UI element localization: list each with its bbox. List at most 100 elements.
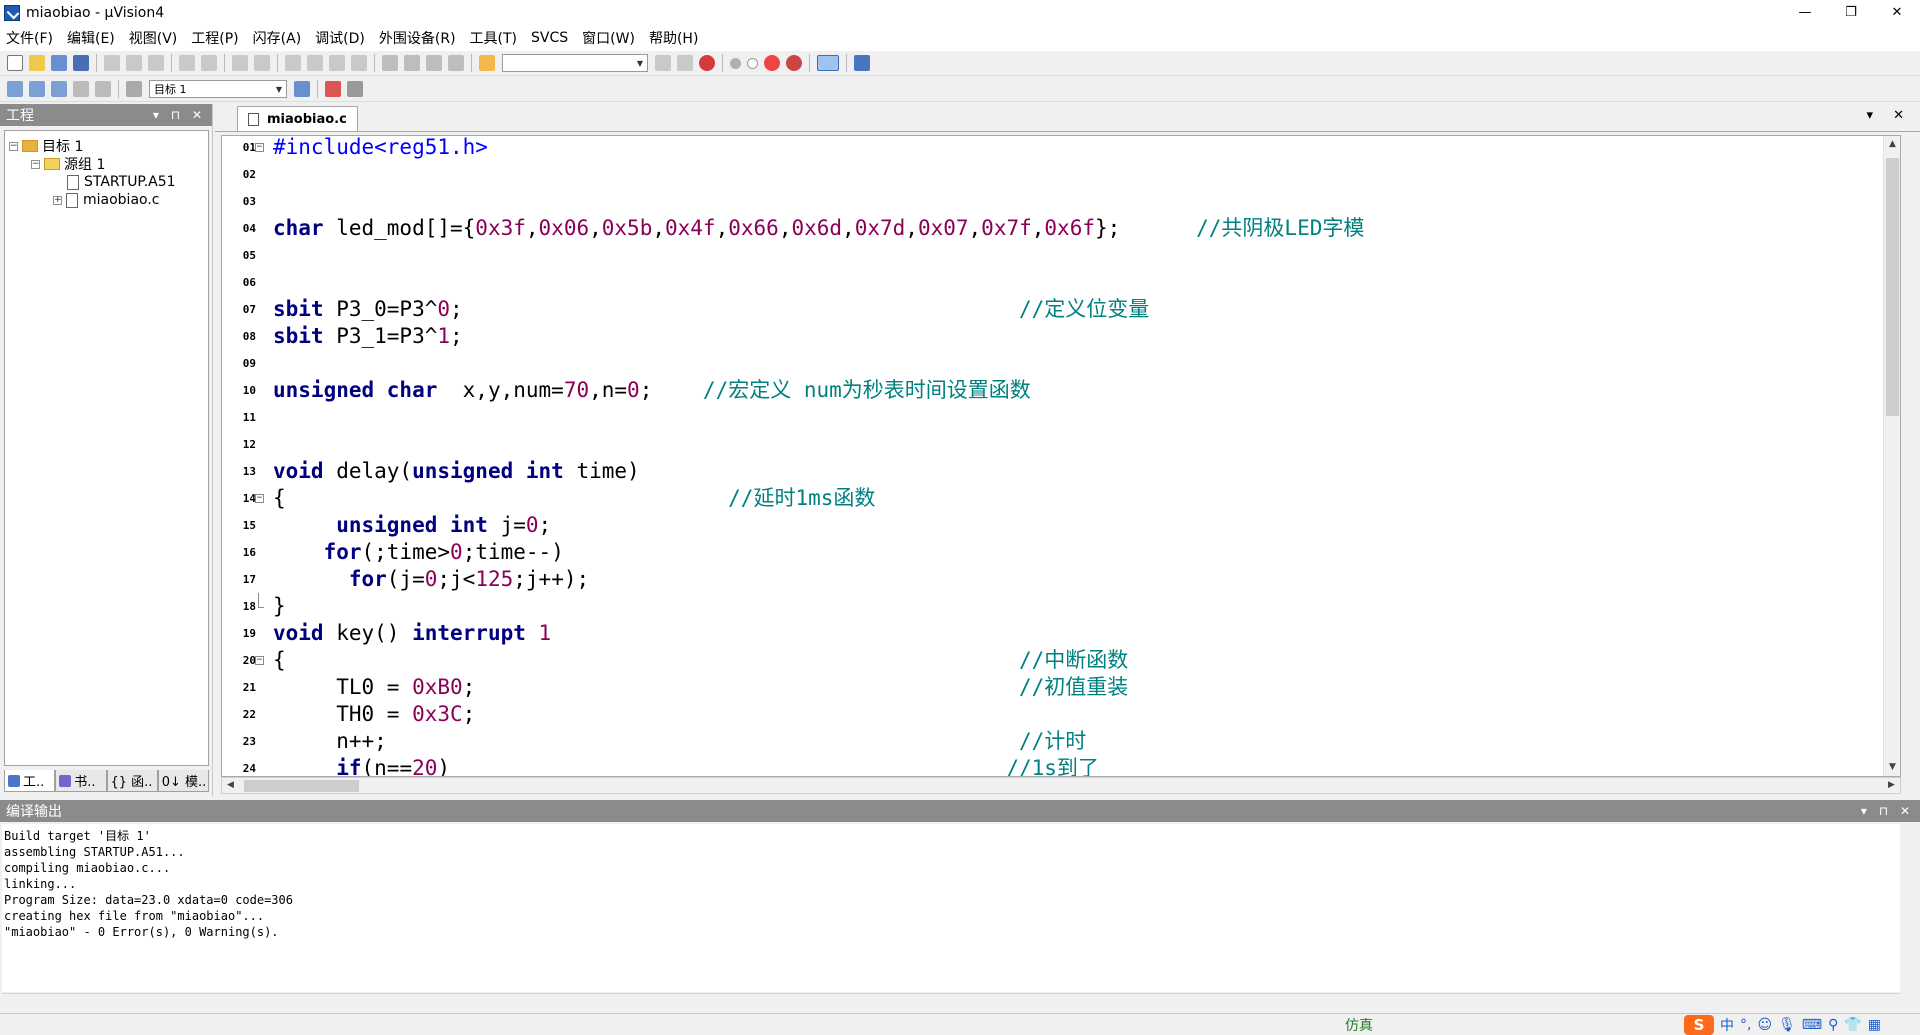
bookmark-icon[interactable] [285, 55, 301, 71]
code-line[interactable]: 05 [222, 242, 1900, 269]
close-button[interactable]: ✕ [1874, 0, 1920, 25]
file-tab-miaobiao[interactable]: miaobiao.c [237, 106, 358, 131]
breakpoint-enable-icon[interactable] [747, 57, 758, 69]
emoji-icon[interactable]: ☺ [1757, 1017, 1772, 1033]
build-output-text[interactable]: Build target '目标 1' assembling STARTUP.A5… [2, 824, 1900, 992]
code-line[interactable]: 01− #include<reg51.h> [222, 136, 1900, 161]
scroll-left-icon[interactable]: ◀ [222, 777, 239, 794]
fold-icon[interactable]: − [255, 143, 264, 152]
collapse-icon[interactable]: − [31, 159, 40, 169]
tree-file-startup[interactable]: STARTUP.A51 [67, 173, 176, 191]
code-line[interactable]: 03 [222, 188, 1900, 215]
menu-peripherals[interactable]: 外围设备(R) [379, 28, 456, 48]
code-line[interactable]: 08 sbit P3_1=P3^1; [222, 323, 1900, 350]
fold-icon[interactable]: − [255, 494, 264, 503]
bookmark-prev-icon[interactable] [307, 55, 323, 71]
code-line[interactable]: 21 TL0 = 0xB0; //初值重装 [222, 674, 1900, 701]
code-line[interactable]: 17 for(j=0;j<125;j++); [222, 566, 1900, 593]
menu-svcs[interactable]: SVCS [531, 30, 568, 46]
code-line[interactable]: 23 n++; //计时 [222, 728, 1900, 755]
code-line[interactable]: 07 sbit P3_0=P3^0; //定义位变量 [222, 296, 1900, 323]
minimize-button[interactable]: — [1782, 0, 1828, 25]
code-editor[interactable]: 01− #include<reg51.h> 02 03 04 char led_mod[]… [221, 135, 1901, 777]
configure-icon[interactable] [854, 55, 870, 71]
uncomment-icon[interactable] [448, 55, 464, 71]
code-line[interactable]: 13 void delay(unsigned int time) [222, 458, 1900, 485]
rebuild-icon[interactable] [51, 81, 67, 97]
menu-window[interactable]: 窗口(W) [582, 28, 635, 48]
user-icon[interactable]: ⚲ [1828, 1017, 1838, 1033]
bookmark-clear-icon[interactable] [351, 55, 367, 71]
microphone-icon[interactable]: 🎙 [1778, 1017, 1796, 1033]
code-line[interactable]: 22 TH0 = 0x3C; [222, 701, 1900, 728]
cut-icon[interactable] [104, 55, 120, 71]
code-line[interactable]: 04 char led_mod[]={0x3f,0x06,0x5b,0x4f,0x… [222, 215, 1900, 242]
editor-tab-controls[interactable]: ▾ ✕ [1866, 108, 1912, 123]
horizontal-scroll-thumb[interactable] [244, 780, 359, 792]
open-file-icon[interactable] [29, 55, 45, 71]
code-line[interactable]: 18} [222, 593, 1900, 620]
output-horizontal-scrollbar[interactable] [2, 993, 1900, 1010]
code-line[interactable]: 06 [222, 269, 1900, 296]
code-line[interactable]: 11 [222, 404, 1900, 431]
undo-icon[interactable] [179, 55, 195, 71]
skin-icon[interactable]: 👕 [1844, 1017, 1861, 1033]
menu-help[interactable]: 帮助(H) [649, 28, 698, 48]
save-all-icon[interactable] [73, 55, 89, 71]
tree-target[interactable]: − 目标 1 [9, 137, 83, 155]
tree-group[interactable]: − 源组 1 [31, 155, 105, 173]
menu-edit[interactable]: 编辑(E) [67, 28, 115, 48]
build-icon[interactable] [29, 81, 45, 97]
translate-icon[interactable] [7, 81, 23, 97]
code-line[interactable]: 10 unsigned char x,y,num=70,n=0; //宏定义 nu… [222, 377, 1900, 404]
target-select[interactable]: 目标 1 ▼ [149, 80, 287, 98]
new-file-icon[interactable] [7, 55, 23, 71]
sogou-ime-icon[interactable]: S [1684, 1015, 1714, 1035]
keyboard-icon[interactable]: ⌨ [1802, 1017, 1822, 1033]
vertical-scroll-thumb[interactable] [1886, 158, 1899, 416]
find-in-files-icon[interactable] [479, 55, 495, 71]
nav-back-icon[interactable] [232, 55, 248, 71]
code-line[interactable]: 15 unsigned int j=0; [222, 512, 1900, 539]
panel-controls[interactable]: ▾ ⊓ ✕ [1861, 804, 1914, 818]
menu-file[interactable]: 文件(F) [6, 28, 53, 48]
bookmark-next-icon[interactable] [329, 55, 345, 71]
scroll-up-icon[interactable]: ▲ [1884, 136, 1900, 153]
code-line[interactable]: 14−{ //延时1ms函数 [222, 485, 1900, 512]
nav-forward-icon[interactable] [254, 55, 270, 71]
comment-icon[interactable] [426, 55, 442, 71]
ime-punctuation[interactable]: °, [1740, 1017, 1751, 1033]
menu-grid-icon[interactable]: ▦ [1868, 1017, 1881, 1033]
menu-flash[interactable]: 闪存(A) [253, 28, 302, 48]
tree-file-main[interactable]: + miaobiao.c [53, 191, 160, 209]
download-icon[interactable] [126, 81, 142, 97]
code-line[interactable]: 20−{ //中断函数 [222, 647, 1900, 674]
code-line[interactable]: 19 void key() interrupt 1 [222, 620, 1900, 647]
menu-debug[interactable]: 调试(D) [315, 28, 365, 48]
save-icon[interactable] [51, 55, 67, 71]
find-combo[interactable]: ▼ [502, 54, 648, 72]
copy-icon[interactable] [126, 55, 142, 71]
target-options-icon[interactable] [294, 81, 310, 97]
menu-project[interactable]: 工程(P) [191, 28, 238, 48]
ime-language[interactable]: 中 [1720, 1015, 1734, 1035]
code-line[interactable]: 02 [222, 161, 1900, 188]
menu-tools[interactable]: 工具(T) [470, 28, 517, 48]
breakpoint-kill-icon[interactable] [786, 55, 802, 71]
code-line[interactable]: 09 [222, 350, 1900, 377]
expand-icon[interactable]: + [53, 195, 62, 205]
menu-view[interactable]: 视图(V) [129, 28, 178, 48]
horizontal-scrollbar[interactable]: ◀ ▶ [221, 777, 1901, 794]
tab-books[interactable]: 书.. [55, 770, 107, 792]
find-icon[interactable] [655, 55, 671, 71]
collapse-icon[interactable]: − [9, 141, 18, 151]
vertical-scrollbar[interactable]: ▲ ▼ [1883, 136, 1900, 776]
indent-icon[interactable] [382, 55, 398, 71]
stop-build-icon[interactable] [95, 81, 111, 97]
tab-functions[interactable]: {} 函.. [106, 770, 158, 792]
fold-icon[interactable]: − [255, 656, 264, 665]
code-line[interactable]: 16 for(;time>0;time--) [222, 539, 1900, 566]
code-line[interactable]: 12 [222, 431, 1900, 458]
scroll-down-icon[interactable]: ▼ [1884, 759, 1900, 776]
code-line[interactable]: 24 if(n==20) //1s到了 [222, 755, 1900, 776]
